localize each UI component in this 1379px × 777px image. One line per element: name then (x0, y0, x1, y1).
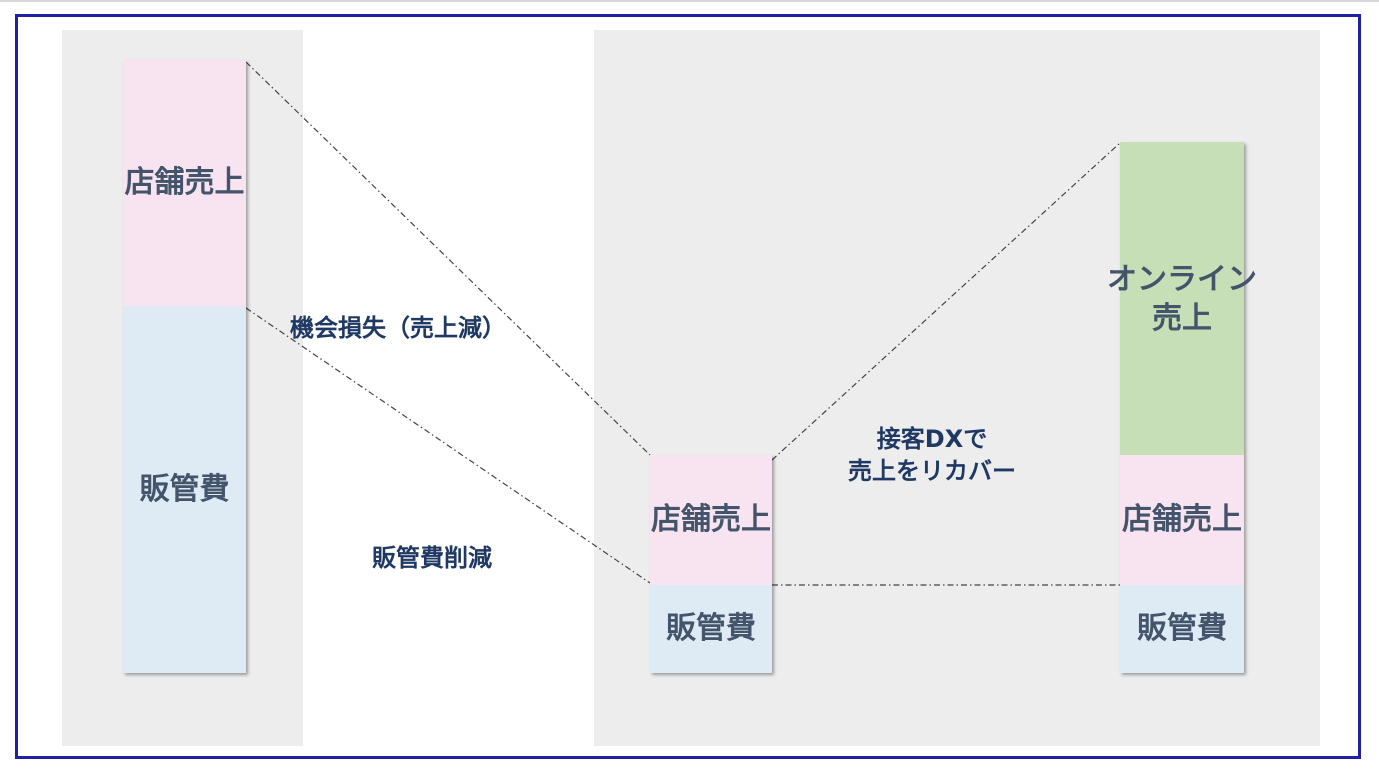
segment-label-online-sales: オンライン 売上 (1107, 261, 1257, 336)
segment-sga: 販管費 (123, 306, 246, 673)
segment-label-store-sales: 店舗売上 (651, 502, 771, 537)
bar-after-recovery: オンライン 売上 店舗売上 販管費 (1107, 142, 1257, 673)
segment-store-sales: 店舗売上 (1120, 455, 1244, 585)
bar-before: 店舗売上 販管費 (123, 60, 246, 673)
segment-label-store-sales: 店舗売上 (124, 165, 245, 200)
segment-sga: 販管費 (650, 585, 772, 673)
annotation-opportunity-loss: 機会損失（売上減） (290, 314, 506, 342)
segment-label-sga: 販管費 (1137, 611, 1227, 646)
connector-online-top (771, 142, 1121, 461)
segment-store-sales: 店舗売上 (123, 60, 246, 306)
segment-sga: 販管費 (1120, 585, 1244, 673)
bar-after-reduction: 店舗売上 販管費 (650, 455, 772, 673)
segment-label-store-sales: 店舗売上 (1122, 502, 1242, 537)
annotation-sga-reduction: 販管費削減 (372, 544, 492, 572)
annotation-dx-recovery: 接客DXで 売上をリカバー (848, 425, 1016, 486)
segment-label-sga: 販管費 (139, 471, 230, 507)
segment-store-sales: 店舗売上 (650, 455, 772, 585)
connector-store-sales-top (245, 61, 651, 456)
segment-online-sales: オンライン 売上 (1107, 142, 1257, 455)
segment-label-sga: 販管費 (666, 611, 756, 646)
